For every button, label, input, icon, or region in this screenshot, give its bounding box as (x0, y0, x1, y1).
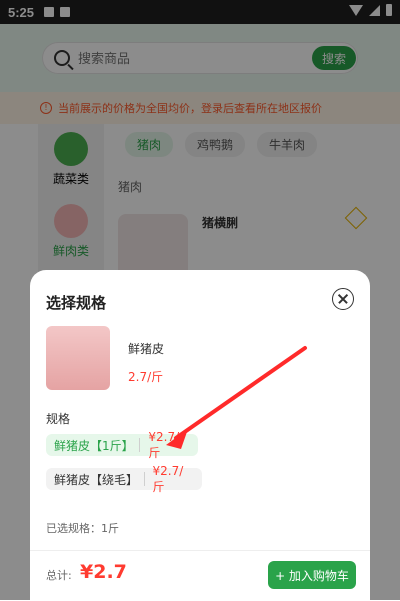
spec-sheet: 选择规格 鲜猪皮 2.7/斤 规格 鲜猪皮【1斤】 ¥2.7/斤 鲜猪皮【绕毛】… (30, 270, 370, 600)
product-price: 2.7/斤 (128, 370, 164, 384)
product-name: 鲜猪皮 (128, 342, 165, 356)
spec-option-name: 鲜猪皮【绕毛】 (54, 472, 139, 487)
sheet-title: 选择规格 (46, 294, 107, 312)
selected-spec-label: 已选规格：1斤 (46, 522, 119, 535)
spec-option-1[interactable]: 鲜猪皮【1斤】 ¥2.7/斤 (46, 430, 198, 460)
spec-option-price: ¥2.7/斤 (152, 463, 184, 494)
divider (143, 472, 145, 486)
spec-option-price: ¥2.7/斤 (148, 429, 180, 460)
divider (139, 438, 141, 452)
total-value: ¥2.7 (80, 561, 127, 583)
total-label: 总计: (46, 569, 72, 582)
add-to-cart-button[interactable]: + 加入购物车 (268, 561, 356, 589)
product-image (46, 326, 110, 390)
spec-title: 规格 (46, 412, 71, 426)
sheet-footer: 总计: ¥2.7 + 加入购物车 (30, 550, 370, 601)
spec-option-name: 鲜猪皮【1斤】 (54, 438, 134, 453)
spec-option-2[interactable]: 鲜猪皮【绕毛】 ¥2.7/斤 (46, 464, 202, 494)
close-icon[interactable] (332, 288, 354, 310)
